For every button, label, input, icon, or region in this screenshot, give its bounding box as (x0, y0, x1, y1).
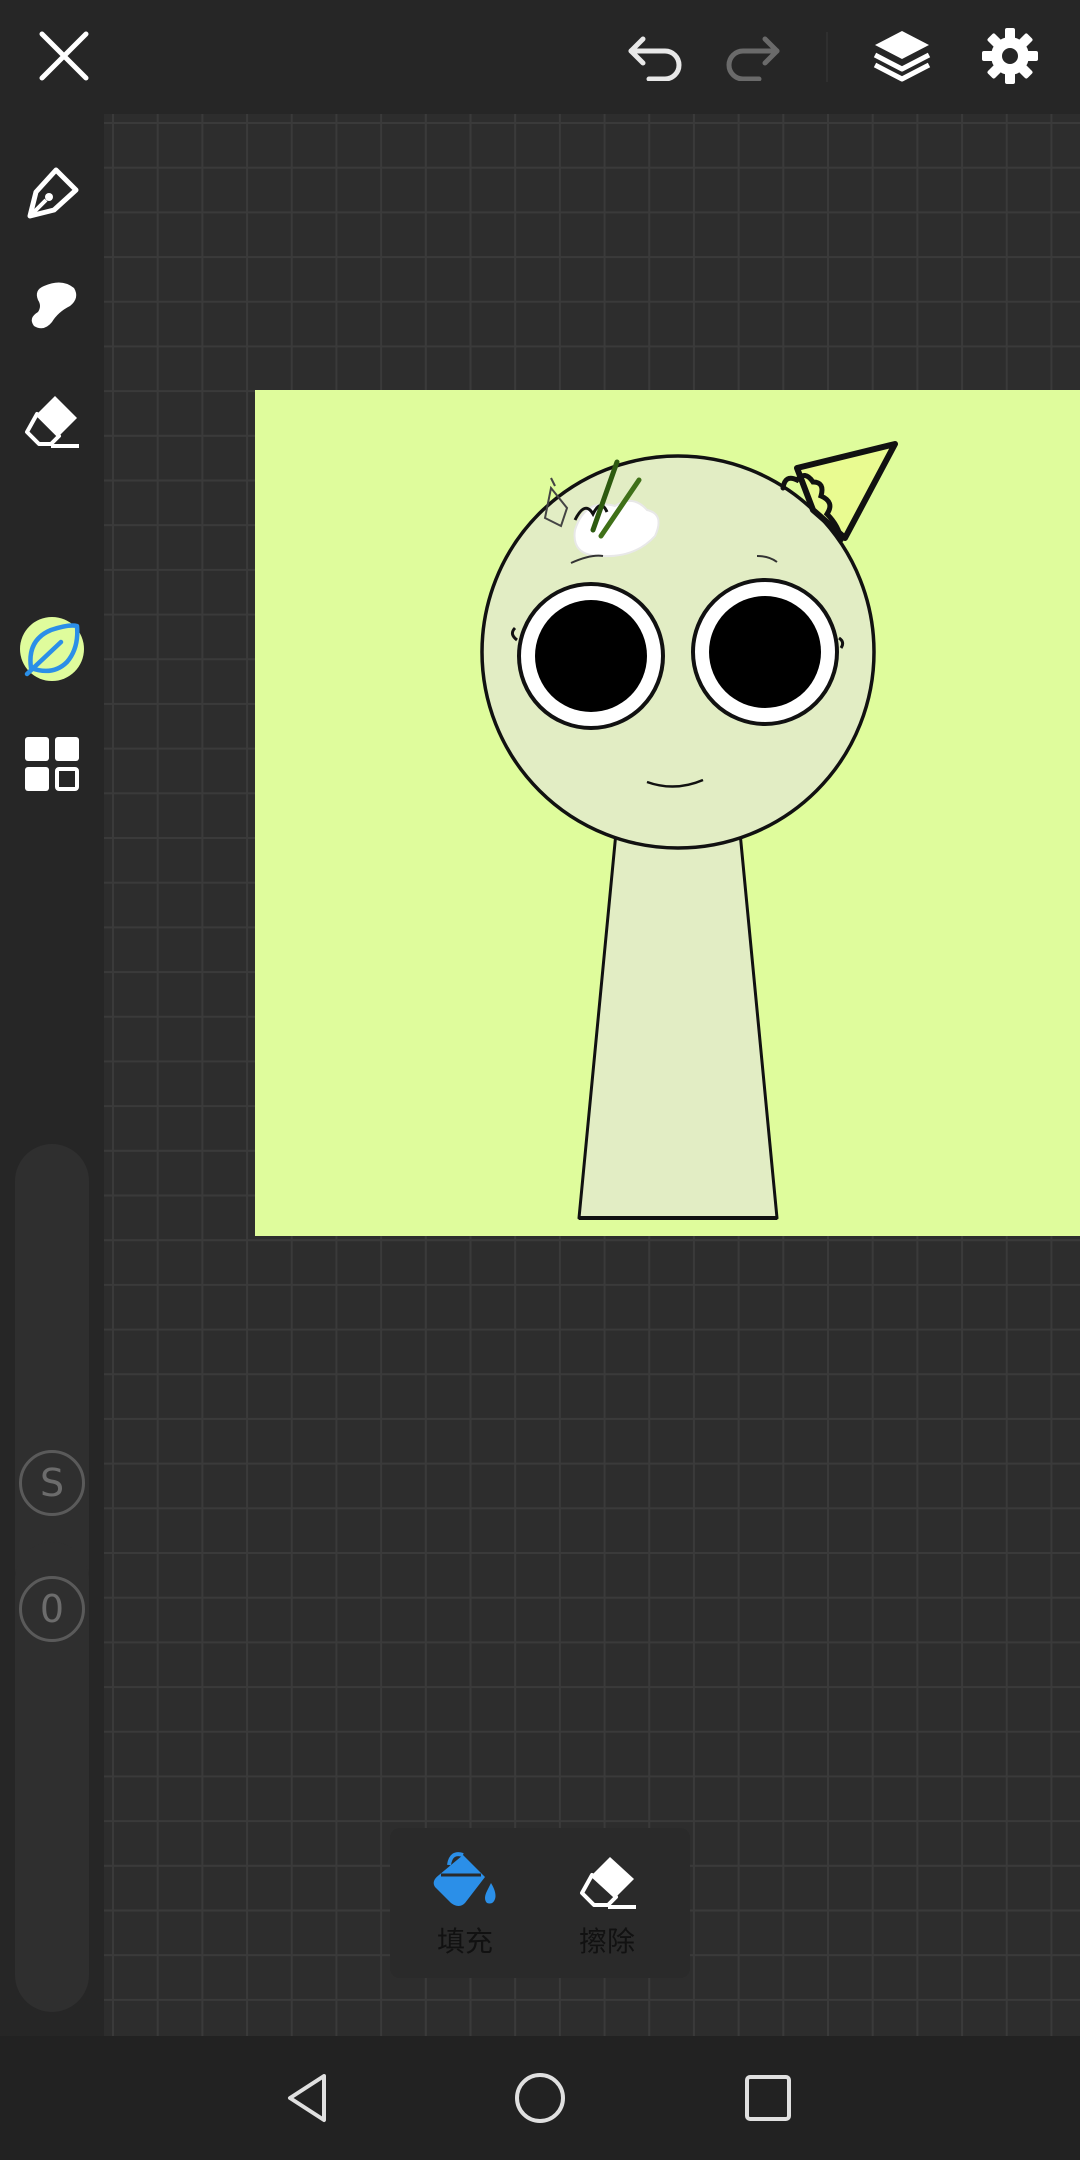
brush-opacity-slider[interactable]: 0 (15, 1542, 89, 2012)
paint-bucket-icon (433, 1852, 496, 1906)
brush-opacity-label: 0 (39, 1587, 65, 1631)
recents-button[interactable] (728, 2058, 808, 2138)
eraser-icon (580, 1857, 636, 1909)
home-button[interactable] (500, 2058, 580, 2138)
fill-button[interactable]: 填充 (400, 1828, 530, 1978)
settings-button[interactable] (972, 18, 1048, 94)
close-button[interactable] (26, 18, 102, 94)
drawing-app: S 0 填充 擦除 (0, 0, 1080, 2160)
tool-sidebar: S 0 (0, 114, 104, 2036)
leaf-brush-tool[interactable] (14, 611, 90, 687)
undo-icon (628, 36, 682, 81)
system-navigation-bar (0, 2036, 1080, 2160)
erase-label: 擦除 (578, 1925, 635, 1958)
eraser-tool[interactable] (14, 382, 90, 458)
brush-size-slider[interactable]: S (15, 1144, 89, 1606)
erase-button[interactable]: 擦除 (542, 1828, 672, 1978)
back-button[interactable] (268, 2058, 348, 2138)
artboard[interactable] (255, 390, 1080, 1236)
close-icon (39, 31, 89, 81)
smudge-tool[interactable] (14, 268, 90, 344)
home-icon (515, 2073, 565, 2123)
settings-icon (982, 28, 1038, 84)
recents-icon (745, 2075, 791, 2121)
back-icon (288, 2074, 326, 2122)
brush-size-knob[interactable]: S (19, 1450, 85, 1516)
eraser-icon (25, 396, 79, 448)
brush-opacity-knob[interactable]: 0 (19, 1576, 85, 1642)
fill-erase-popup: 填充 擦除 (390, 1828, 690, 1978)
toolbar-separator (826, 32, 828, 82)
brush-size-label: S (39, 1461, 65, 1505)
layers-button[interactable] (864, 18, 940, 94)
pen-icon (27, 167, 79, 219)
leaf-brush-icon (24, 623, 80, 677)
fill-label: 填充 (436, 1925, 493, 1958)
drawing (255, 390, 1080, 1236)
grid-tool[interactable] (14, 726, 90, 802)
smudge-icon (31, 282, 77, 329)
grid-icon (25, 737, 79, 791)
layers-icon (873, 31, 931, 82)
canvas-workspace[interactable] (104, 114, 1080, 2036)
undo-button[interactable] (618, 18, 694, 94)
redo-icon (726, 36, 780, 81)
redo-button[interactable] (714, 18, 790, 94)
pen-tool[interactable] (14, 154, 90, 230)
top-toolbar (0, 0, 1080, 114)
